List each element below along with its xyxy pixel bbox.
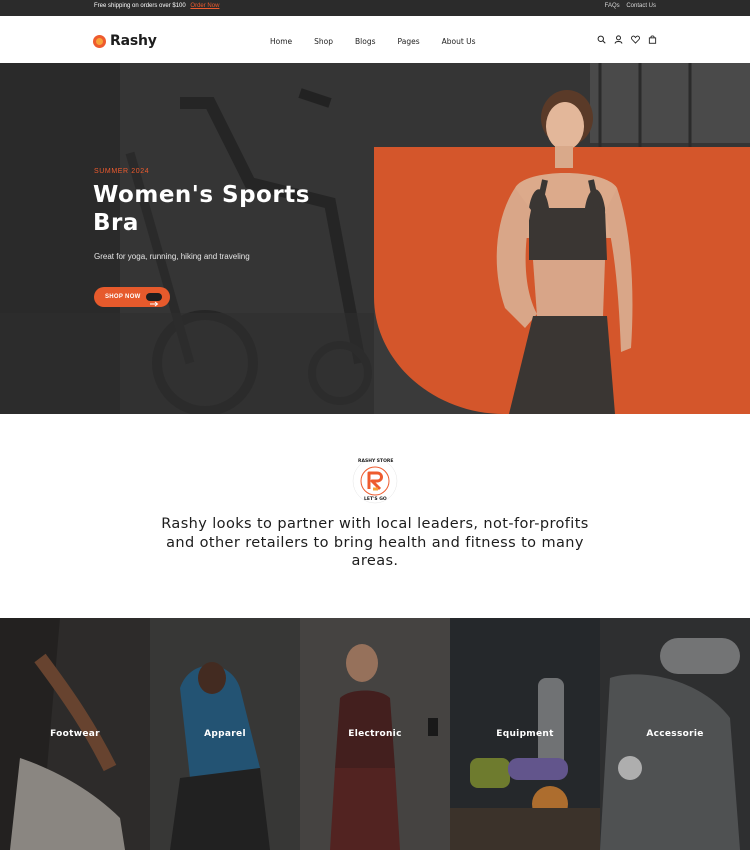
search-icon[interactable] xyxy=(597,35,606,44)
category-card-accessorie[interactable]: Accessorie xyxy=(600,618,750,850)
faqs-link[interactable]: FAQs xyxy=(605,3,620,9)
badge-bottom-text: LET'S GO xyxy=(364,497,387,502)
hero-banner: SUMMER 2024 Women's Sports Bra Great for… xyxy=(0,63,750,414)
contact-us-link[interactable]: Contact Us xyxy=(626,3,656,9)
category-label-apparel: Apparel xyxy=(204,729,246,739)
category-card-apparel[interactable]: Apparel xyxy=(150,618,300,850)
order-now-link[interactable]: Order Now xyxy=(190,3,219,9)
category-label-footwear: Footwear xyxy=(50,729,100,739)
promo-text: Free shipping on orders over $100 xyxy=(94,3,186,9)
user-icon[interactable] xyxy=(614,35,623,44)
top-promo-bar: Free shipping on orders over $100 Order … xyxy=(0,0,750,16)
about-text: Rashy looks to partner with local leader… xyxy=(161,516,589,569)
brand-name: Rashy xyxy=(110,33,157,49)
badge-top-text: RASHY STORE xyxy=(358,459,394,464)
shop-now-button[interactable]: SHOP NOW xyxy=(94,287,170,307)
about-section: RASHY STORE LET'S GO Rashy looks to part… xyxy=(0,414,750,618)
promo-message: Free shipping on orders over $100 Order … xyxy=(94,3,219,9)
header-actions xyxy=(597,35,657,44)
nav-home[interactable]: Home xyxy=(270,37,292,46)
hero-subtitle: Great for yoga, running, hiking and trav… xyxy=(94,252,250,261)
nav-about-us[interactable]: About Us xyxy=(442,37,476,46)
hero-eyebrow: SUMMER 2024 xyxy=(94,168,150,175)
logo-mark-icon xyxy=(93,34,106,48)
category-label-accessorie: Accessorie xyxy=(646,729,704,739)
model-image xyxy=(496,90,633,414)
hero-title: Women's Sports Bra xyxy=(93,182,310,236)
main-nav: Home Shop Blogs Pages About Us xyxy=(270,37,498,46)
category-grid: Footwear Apparel Electronic Equipment Ac… xyxy=(0,618,750,850)
brand-logo[interactable]: Rashy xyxy=(93,33,157,49)
category-label-equipment: Equipment xyxy=(496,729,554,739)
category-label-electronic: Electronic xyxy=(348,729,402,739)
category-card-electronic[interactable]: Electronic xyxy=(300,618,450,850)
heart-icon[interactable] xyxy=(631,35,640,44)
nav-pages[interactable]: Pages xyxy=(398,37,420,46)
category-card-equipment[interactable]: Equipment xyxy=(450,618,600,850)
category-card-footwear[interactable]: Footwear xyxy=(0,618,150,850)
site-header: Rashy Home Shop Blogs Pages About Us xyxy=(0,16,750,63)
arrow-right-icon xyxy=(146,293,162,307)
cart-icon[interactable] xyxy=(648,35,657,44)
nav-blogs[interactable]: Blogs xyxy=(355,37,376,46)
nav-shop[interactable]: Shop xyxy=(314,37,333,46)
shop-now-label: SHOP NOW xyxy=(105,294,141,300)
topbar-links: FAQs Contact Us xyxy=(600,3,656,9)
